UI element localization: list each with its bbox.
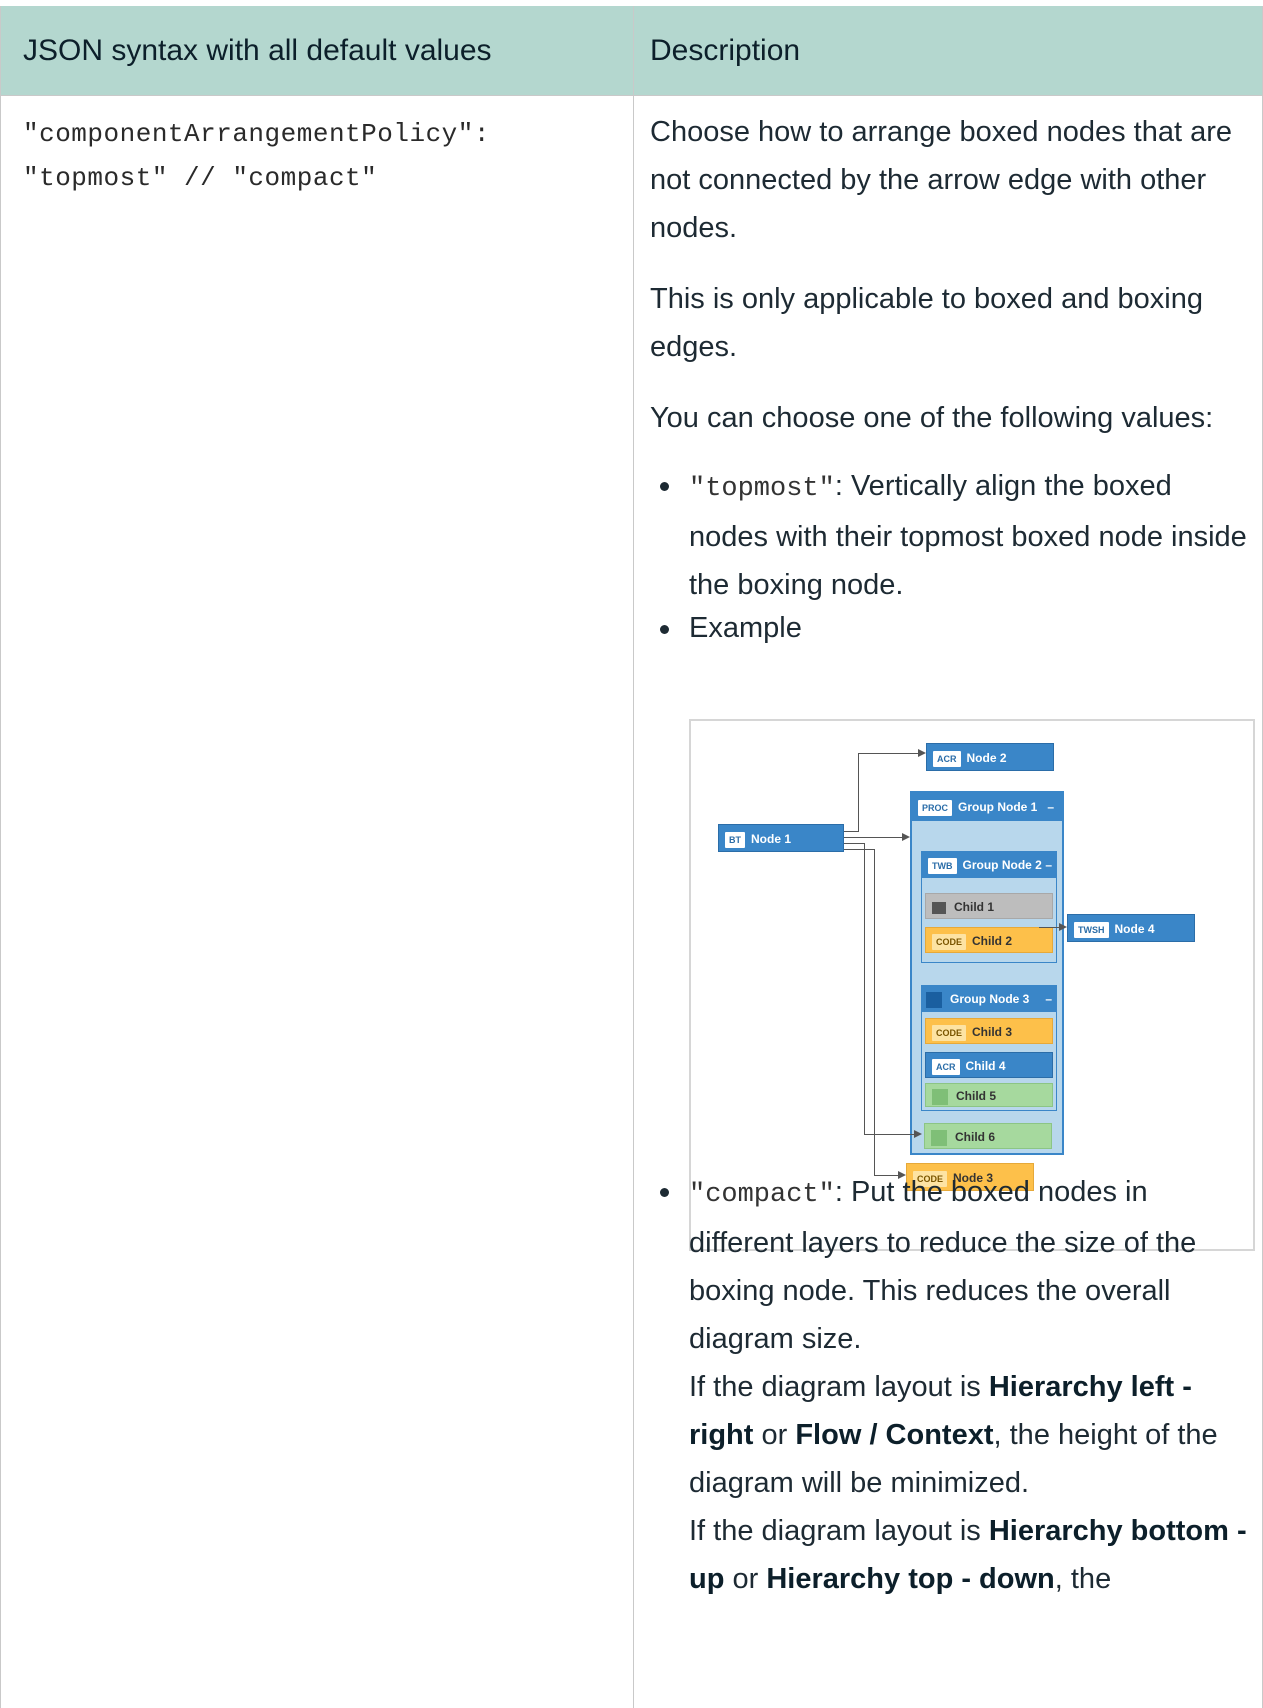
diagram-node-4: TWSH Node 4 (1067, 914, 1195, 942)
edge-segment (864, 843, 865, 1134)
bullet-icon (660, 482, 669, 491)
description-cell: Choose how to arrange boxed nodes that a… (650, 108, 1255, 651)
group-header: Group Node 3 – (922, 986, 1056, 1012)
compact-code: "compact" (689, 1180, 835, 1210)
list-item-example: Example (650, 609, 1255, 651)
group-header: PROC Group Node 1 – (912, 793, 1062, 821)
node-label: Child 4 (965, 1059, 1006, 1073)
diagram-node-1: BT Node 1 (718, 824, 844, 852)
description-paragraph-3: You can choose one of the following valu… (650, 402, 1214, 434)
layout-name-hierarchy-top-down: Hierarchy top - down (766, 1563, 1055, 1595)
diagram-child-5: Child 5 (925, 1083, 1053, 1107)
node-label: Node 4 (1114, 922, 1155, 936)
diagram-group-node-3: Group Node 3 – CODE Child 3 ACR Child 4 Ch… (921, 985, 1057, 1111)
bullet-icon (660, 625, 669, 634)
diagram-child-1: Child 1 (925, 893, 1053, 919)
node-label: Child 2 (972, 934, 1013, 948)
node-label: Child 1 (954, 900, 995, 914)
node-label: Child 6 (955, 1130, 996, 1144)
edge-segment (1039, 927, 1059, 928)
description-paragraph-2: This is only applicable to boxed and box… (650, 283, 1203, 363)
diagram-child-2: CODE Child 2 (925, 927, 1053, 953)
code-line-2: "topmost" // "compact" (23, 163, 378, 193)
diagram-child-3: CODE Child 3 (925, 1018, 1053, 1044)
node-type-tag: TWB (928, 857, 957, 874)
edge-segment (874, 849, 875, 1175)
layout-name-flow-context: Flow / Context (795, 1419, 994, 1451)
diagram-group-node-1: PROC Group Node 1 – TWB Group Node 2 – Chi… (910, 791, 1064, 1155)
node-label: Child 3 (972, 1025, 1013, 1039)
column-divider (633, 6, 634, 1708)
header-description: Description (650, 34, 801, 67)
node-type-tag: ACR (932, 1058, 960, 1075)
conjunction-text: or (753, 1419, 796, 1451)
code-line-1: "componentArrangementPolicy": (23, 119, 490, 149)
edge-segment (858, 753, 918, 754)
arrow-head-icon (914, 1130, 922, 1138)
compact-line-3-text: If the diagram layout is (689, 1515, 989, 1547)
compact-line-3-end: , the (1054, 1563, 1112, 1595)
values-list-continued: "compact": Put the boxed nodes in differ… (650, 1168, 1255, 1603)
collapse-icon[interactable]: – (1045, 852, 1052, 878)
edge-segment (844, 837, 902, 838)
node-label: Node 2 (966, 751, 1007, 765)
node-label: Group Node 1 (958, 800, 1038, 814)
edge-segment (858, 753, 859, 832)
arrow-head-icon (902, 833, 910, 841)
bullet-icon (660, 1188, 669, 1197)
description-cell-continued: "compact": Put the boxed nodes in differ… (650, 1168, 1255, 1603)
edge-segment (864, 1134, 914, 1135)
node-type-tag: CODE (932, 933, 967, 950)
diagram-child-6: Child 6 (924, 1123, 1052, 1149)
node-label: Child 5 (956, 1089, 997, 1103)
description-paragraph-1: Choose how to arrange boxed nodes that a… (650, 116, 1233, 244)
diagram-group-node-2: TWB Group Node 2 – Child 1 CODE Child 2 (921, 851, 1057, 963)
table-header: JSON syntax with all default values Desc… (1, 6, 1262, 96)
collapse-icon[interactable]: – (1045, 986, 1052, 1012)
diagram-child-4: ACR Child 4 (925, 1052, 1053, 1078)
list-item-topmost: "topmost": Vertically align the boxed no… (650, 462, 1255, 609)
node-type-tag: PROC (918, 799, 953, 816)
header-json-syntax: JSON syntax with all default values (23, 34, 492, 67)
node-type-square (926, 991, 942, 1008)
parameter-table: JSON syntax with all default values Desc… (0, 6, 1263, 1708)
diagram-node-2: ACR Node 2 (926, 743, 1054, 771)
node-type-tag: TWSH (1074, 921, 1109, 938)
node-type-tag: ACR (933, 750, 961, 767)
node-type-tag: BT (725, 831, 745, 848)
compact-line-2-text: If the diagram layout is (689, 1371, 989, 1403)
node-label: Group Node 2 (962, 858, 1042, 872)
edge-segment (844, 849, 874, 850)
edge-segment (844, 831, 858, 832)
edge-segment (844, 843, 864, 844)
example-label: Example (689, 612, 802, 644)
node-label: Node 1 (751, 832, 792, 846)
arrow-head-icon (1059, 923, 1067, 931)
node-type-square (932, 1088, 948, 1105)
arrow-head-icon (918, 749, 926, 757)
topmost-code: "topmost" (689, 474, 835, 504)
group-header: TWB Group Node 2 – (922, 852, 1056, 878)
comment-icon (932, 901, 946, 914)
node-type-square (931, 1129, 947, 1146)
values-list: "topmost": Vertically align the boxed no… (650, 462, 1255, 651)
collapse-icon[interactable]: – (1047, 793, 1054, 821)
list-item-compact: "compact": Put the boxed nodes in differ… (650, 1168, 1255, 1603)
node-label: Group Node 3 (950, 992, 1030, 1006)
conjunction-text: or (724, 1563, 767, 1595)
node-type-tag: CODE (932, 1024, 967, 1041)
